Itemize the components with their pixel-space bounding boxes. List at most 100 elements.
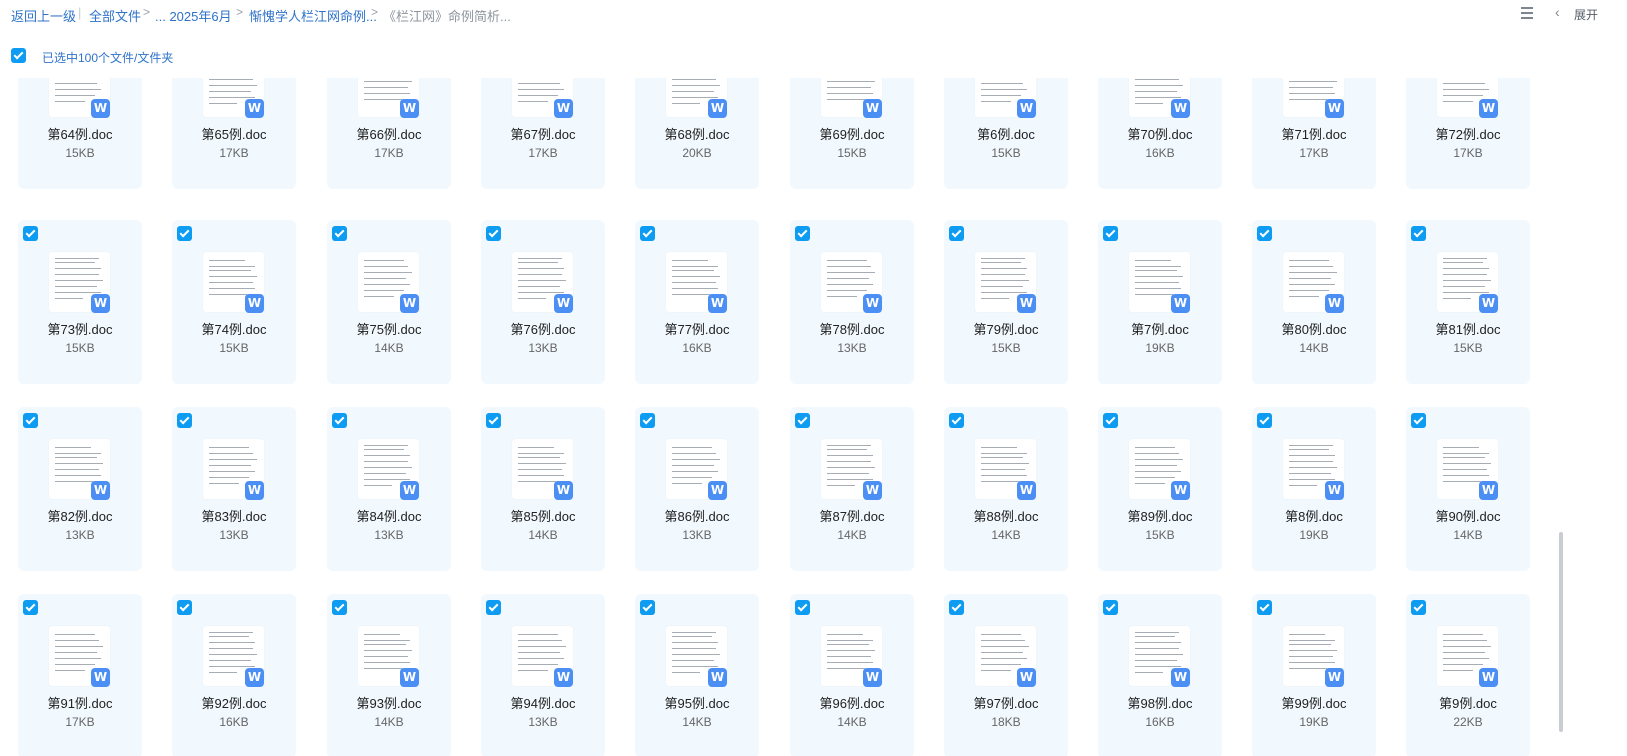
file-tile[interactable]: W 第87例.doc 14KB	[790, 407, 914, 571]
file-size: 14KB	[837, 715, 867, 729]
back-link[interactable]: 返回上一级	[11, 6, 76, 25]
chevron-left-icon[interactable]: ‹	[1555, 4, 1560, 20]
wps-writer-icon: W	[1171, 481, 1190, 500]
checkbox-checked-icon[interactable]	[949, 600, 964, 615]
checkbox-checked-icon[interactable]	[1103, 226, 1118, 241]
file-tile[interactable]: W 第95例.doc 14KB	[635, 594, 759, 756]
breadcrumb-all-files[interactable]: 全部文件	[89, 6, 141, 25]
checkbox-checked-icon[interactable]	[795, 413, 810, 428]
checkbox-checked-icon[interactable]	[795, 600, 810, 615]
file-tile[interactable]: W 第74例.doc 15KB	[172, 220, 296, 384]
file-size: 15KB	[65, 341, 95, 355]
checkbox-checked-icon[interactable]	[23, 226, 38, 241]
file-tile[interactable]: W 第94例.doc 13KB	[481, 594, 605, 756]
checkbox-checked-icon[interactable]	[486, 226, 501, 241]
file-tile[interactable]: W 第82例.doc 13KB	[18, 407, 142, 571]
checkbox-checked-icon[interactable]	[11, 48, 26, 63]
checkbox-checked-icon[interactable]	[332, 600, 347, 615]
file-tile[interactable]: W 第72例.doc 17KB	[1406, 78, 1530, 189]
checkbox-checked-icon[interactable]	[795, 226, 810, 241]
checkbox-checked-icon[interactable]	[1411, 600, 1426, 615]
file-tile[interactable]: W 第7例.doc 19KB	[1098, 220, 1222, 384]
file-tile[interactable]: W 第91例.doc 17KB	[18, 594, 142, 756]
checkbox-checked-icon[interactable]	[332, 413, 347, 428]
file-tile[interactable]: W 第77例.doc 16KB	[635, 220, 759, 384]
file-tile[interactable]: W 第75例.doc 14KB	[327, 220, 451, 384]
list-view-icon[interactable]	[1520, 6, 1534, 20]
file-size: 18KB	[991, 715, 1021, 729]
file-tile[interactable]: W 第98例.doc 16KB	[1098, 594, 1222, 756]
file-tile[interactable]: W 第80例.doc 14KB	[1252, 220, 1376, 384]
file-tile[interactable]: W 第92例.doc 16KB	[172, 594, 296, 756]
file-tile[interactable]: W 第9例.doc 22KB	[1406, 594, 1530, 756]
file-name: 第93例.doc	[356, 696, 422, 711]
file-size: 15KB	[991, 341, 1021, 355]
file-tile[interactable]: W 第71例.doc 17KB	[1252, 78, 1376, 189]
file-tile[interactable]: W 第79例.doc 15KB	[944, 220, 1068, 384]
file-tile[interactable]: W 第69例.doc 15KB	[790, 78, 914, 189]
file-size: 16KB	[219, 715, 249, 729]
file-tile[interactable]: W 第96例.doc 14KB	[790, 594, 914, 756]
checkbox-checked-icon[interactable]	[177, 226, 192, 241]
file-name: 第67例.doc	[510, 127, 576, 142]
checkbox-checked-icon[interactable]	[1103, 600, 1118, 615]
file-tile[interactable]: W 第70例.doc 16KB	[1098, 78, 1222, 189]
file-size: 14KB	[837, 528, 867, 542]
checkbox-checked-icon[interactable]	[1257, 226, 1272, 241]
wps-writer-icon: W	[245, 668, 264, 687]
checkbox-checked-icon[interactable]	[23, 413, 38, 428]
file-name: 第95例.doc	[664, 696, 730, 711]
file-tile[interactable]: W 第99例.doc 19KB	[1252, 594, 1376, 756]
file-name: 第79例.doc	[973, 322, 1039, 337]
file-size: 14KB	[682, 715, 712, 729]
file-tile[interactable]: W 第97例.doc 18KB	[944, 594, 1068, 756]
file-tile[interactable]: W 第93例.doc 14KB	[327, 594, 451, 756]
checkbox-checked-icon[interactable]	[1257, 600, 1272, 615]
checkbox-checked-icon[interactable]	[1411, 413, 1426, 428]
file-tile[interactable]: W 第88例.doc 14KB	[944, 407, 1068, 571]
file-size: 13KB	[65, 528, 95, 542]
scrollbar-thumb[interactable]	[1559, 532, 1563, 732]
checkbox-checked-icon[interactable]	[640, 413, 655, 428]
file-tile[interactable]: W 第64例.doc 15KB	[18, 78, 142, 189]
file-tile[interactable]: W 第65例.doc 17KB	[172, 78, 296, 189]
checkbox-checked-icon[interactable]	[177, 413, 192, 428]
file-tile[interactable]: W 第85例.doc 14KB	[481, 407, 605, 571]
checkbox-checked-icon[interactable]	[177, 600, 192, 615]
file-tile[interactable]: W 第76例.doc 13KB	[481, 220, 605, 384]
file-tile[interactable]: W 第6例.doc 15KB	[944, 78, 1068, 189]
file-tile[interactable]: W 第89例.doc 15KB	[1098, 407, 1222, 571]
expand-button[interactable]: 展开	[1574, 6, 1598, 23]
breadcrumb-level1[interactable]: ... 2025年6月	[155, 6, 232, 25]
file-name: 第66例.doc	[356, 127, 422, 142]
checkbox-checked-icon[interactable]	[23, 600, 38, 615]
checkbox-checked-icon[interactable]	[640, 600, 655, 615]
file-tile[interactable]: W 第78例.doc 13KB	[790, 220, 914, 384]
file-name: 第89例.doc	[1127, 509, 1193, 524]
file-size: 13KB	[528, 715, 558, 729]
checkbox-checked-icon[interactable]	[1103, 413, 1118, 428]
breadcrumb-level2[interactable]: 惭愧学人栏江网命例...	[249, 6, 377, 25]
file-tile[interactable]: W 第84例.doc 13KB	[327, 407, 451, 571]
checkbox-checked-icon[interactable]	[949, 413, 964, 428]
checkbox-checked-icon[interactable]	[1411, 226, 1426, 241]
file-tile[interactable]: W 第66例.doc 17KB	[327, 78, 451, 189]
file-tile[interactable]: W 第73例.doc 15KB	[18, 220, 142, 384]
file-name: 第94例.doc	[510, 696, 576, 711]
file-tile[interactable]: W 第8例.doc 19KB	[1252, 407, 1376, 571]
file-size: 17KB	[65, 715, 95, 729]
file-name: 第68例.doc	[664, 127, 730, 142]
wps-writer-icon: W	[708, 294, 727, 313]
checkbox-checked-icon[interactable]	[486, 600, 501, 615]
file-tile[interactable]: W 第67例.doc 17KB	[481, 78, 605, 189]
file-tile[interactable]: W 第81例.doc 15KB	[1406, 220, 1530, 384]
file-tile[interactable]: W 第90例.doc 14KB	[1406, 407, 1530, 571]
checkbox-checked-icon[interactable]	[1257, 413, 1272, 428]
file-tile[interactable]: W 第86例.doc 13KB	[635, 407, 759, 571]
checkbox-checked-icon[interactable]	[332, 226, 347, 241]
file-tile[interactable]: W 第68例.doc 20KB	[635, 78, 759, 189]
checkbox-checked-icon[interactable]	[640, 226, 655, 241]
file-tile[interactable]: W 第83例.doc 13KB	[172, 407, 296, 571]
checkbox-checked-icon[interactable]	[486, 413, 501, 428]
checkbox-checked-icon[interactable]	[949, 226, 964, 241]
